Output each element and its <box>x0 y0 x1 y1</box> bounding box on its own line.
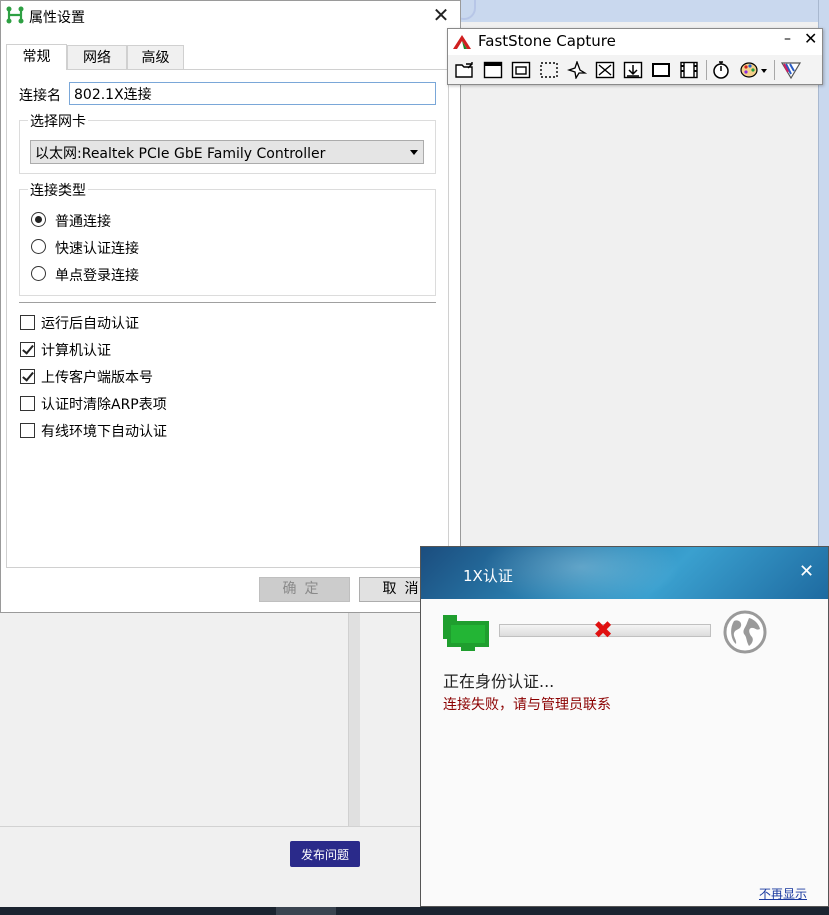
do-not-show-again-link[interactable]: 不再显示 <box>759 885 807 902</box>
connection-failed-icon: ✖ <box>593 616 614 644</box>
faststone-title: FastStone Capture <box>478 32 616 50</box>
faststone-titlebar[interactable]: FastStone Capture – ✕ <box>448 29 822 55</box>
connection-name-label: 连接名 <box>19 88 61 104</box>
checkbox-upload-client-version[interactable] <box>20 369 35 384</box>
capture-freehand-icon[interactable] <box>566 59 588 81</box>
auth-error-text: 连接失败，请与管理员联系 <box>443 697 611 713</box>
connection-name-input[interactable] <box>69 82 436 105</box>
network-app-icon <box>6 6 24 24</box>
globe-icon <box>723 610 767 654</box>
toolbar-separator <box>706 60 707 80</box>
checkbox-computer-auth-label[interactable]: 计算机认证 <box>41 340 111 360</box>
radio-normal-connection[interactable] <box>31 212 46 227</box>
open-file-icon[interactable] <box>454 59 476 81</box>
tab-general[interactable]: 常规 <box>6 44 67 70</box>
nic-group-title: 选择网卡 <box>28 111 88 131</box>
dialog-title: 属性设置 <box>29 10 85 26</box>
divider <box>19 302 436 303</box>
auth-status-text: 正在身份认证... <box>443 672 555 691</box>
auth-notification-window: 1X认证 ✕ ✖ 正在身份认证... 连接失败，请与管理员联系 不再显示 <box>420 546 829 907</box>
checkbox-clear-arp-label[interactable]: 认证时清除ARP表项 <box>41 394 167 414</box>
faststone-logo-icon <box>453 35 471 49</box>
checkbox-upload-client-version-label[interactable]: 上传客户端版本号 <box>41 367 153 387</box>
close-icon[interactable]: ✕ <box>799 561 814 582</box>
close-icon[interactable]: ✕ <box>804 29 817 48</box>
screen-recorder-icon[interactable] <box>678 59 700 81</box>
checkbox-wired-auto-auth[interactable] <box>20 423 35 438</box>
settings-icon[interactable] <box>780 59 802 81</box>
background-title-strip <box>460 0 829 22</box>
capture-object-icon[interactable] <box>510 59 532 81</box>
capture-rectangle-icon[interactable] <box>538 59 560 81</box>
delay-timer-icon[interactable] <box>710 59 732 81</box>
radio-sso-connection[interactable] <box>31 266 46 281</box>
taskbar <box>0 907 829 915</box>
checkbox-computer-auth[interactable] <box>20 342 35 357</box>
capture-window-icon[interactable] <box>482 59 504 81</box>
capture-fixed-region-icon[interactable] <box>650 59 672 81</box>
radio-sso-connection-label[interactable]: 单点登录连接 <box>55 265 139 285</box>
faststone-toolbar <box>450 57 820 83</box>
radio-fast-auth-connection[interactable] <box>31 239 46 254</box>
faststone-capture-window: FastStone Capture – ✕ <box>447 28 823 85</box>
output-options-icon[interactable] <box>738 59 770 81</box>
checkbox-wired-auto-auth-label[interactable]: 有线环境下自动认证 <box>41 421 167 441</box>
capture-fullscreen-icon[interactable] <box>594 59 616 81</box>
checkbox-auto-auth-on-start-label[interactable]: 运行后自动认证 <box>41 313 139 333</box>
radio-fast-auth-connection-label[interactable]: 快速认证连接 <box>55 238 139 258</box>
properties-dialog: 属性设置 ✕ 常规 网络 高级 连接名 选择网卡 以太网:Realtek PCI… <box>0 0 461 613</box>
background-divider <box>0 826 420 827</box>
nic-select-value: 以太网:Realtek PCIe GbE Family Controller <box>35 146 326 162</box>
capture-scrolling-icon[interactable] <box>622 59 644 81</box>
close-icon[interactable]: ✕ <box>429 3 453 27</box>
computer-icon <box>443 615 489 651</box>
auth-title: 1X认证 <box>463 567 513 585</box>
ok-button[interactable]: 确定 <box>259 577 350 602</box>
publish-question-button[interactable]: 发布问题 <box>290 841 360 867</box>
checkbox-clear-arp[interactable] <box>20 396 35 411</box>
chevron-down-icon <box>410 150 418 155</box>
tab-network[interactable]: 网络 <box>67 45 127 69</box>
auth-header[interactable]: 1X认证 ✕ <box>421 547 828 599</box>
minimize-icon[interactable]: – <box>784 31 791 47</box>
connection-type-group-title: 连接类型 <box>28 180 88 200</box>
nic-select[interactable]: 以太网:Realtek PCIe GbE Family Controller <box>30 140 424 164</box>
taskbar-item[interactable] <box>276 907 336 915</box>
dialog-titlebar[interactable]: 属性设置 ✕ <box>1 1 460 31</box>
toolbar-separator <box>774 60 775 80</box>
tab-advanced[interactable]: 高级 <box>127 45 184 69</box>
checkbox-auto-auth-on-start[interactable] <box>20 315 35 330</box>
background-scrollbar[interactable] <box>348 612 360 827</box>
radio-normal-connection-label[interactable]: 普通连接 <box>55 211 111 231</box>
